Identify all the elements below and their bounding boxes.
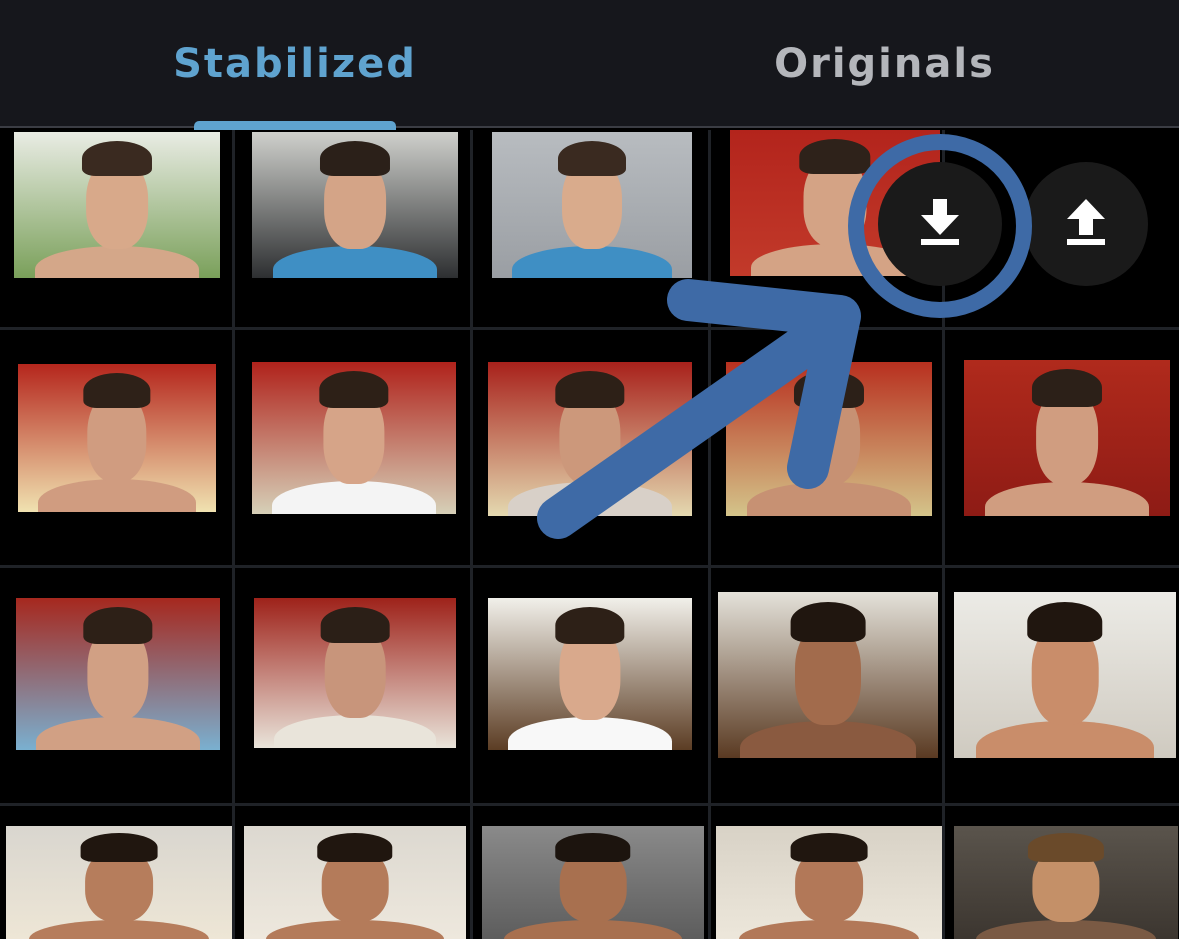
grid-divider: [232, 130, 235, 939]
photo-torso: [508, 482, 672, 516]
photo-torso: [984, 481, 1150, 516]
photo-hair: [83, 607, 153, 644]
grid-divider: [0, 327, 1179, 330]
photo-thumbnail: [18, 364, 216, 512]
photo-hair: [555, 833, 631, 862]
photo-thumbnail: [716, 826, 942, 939]
photo-torso: [266, 919, 444, 939]
grid-cell[interactable]: [472, 130, 708, 328]
photo-hair: [1031, 369, 1103, 407]
photo-torso: [272, 245, 438, 278]
grid-cell[interactable]: [472, 806, 708, 939]
photo-hair: [1027, 833, 1105, 862]
download-icon: [917, 197, 963, 251]
photo-hair: [319, 140, 391, 176]
photo-hair: [790, 833, 868, 862]
grid-cell[interactable]: [944, 806, 1179, 939]
grid-cell[interactable]: [0, 330, 232, 566]
tab-stabilized[interactable]: Stabilized: [0, 0, 590, 128]
grid-divider: [0, 803, 1179, 806]
photo-hair: [790, 601, 866, 642]
tab-originals[interactable]: Originals: [590, 0, 1179, 128]
grid-cell[interactable]: [234, 130, 470, 328]
grid-divider: [0, 565, 1179, 568]
photo-torso: [740, 721, 916, 758]
grid-cell[interactable]: [944, 568, 1179, 804]
photo-torso: [272, 480, 436, 514]
photo-thumbnail: [252, 362, 456, 514]
app-screen: Stabilized Originals: [0, 0, 1179, 939]
photo-torso: [976, 721, 1154, 758]
upload-icon: [1063, 197, 1109, 251]
grid-divider: [470, 130, 473, 939]
photo-thumbnail: [488, 362, 692, 516]
tab-bar: Stabilized Originals: [0, 0, 1179, 130]
photo-hair: [793, 371, 865, 409]
grid-cell[interactable]: [944, 330, 1179, 566]
photo-thumbnail: [252, 132, 458, 278]
photo-thumbnail: [964, 360, 1170, 516]
grid-cell[interactable]: [710, 568, 942, 804]
photo-hair: [555, 607, 625, 644]
photo-thumbnail: [954, 592, 1176, 758]
grid-cell[interactable]: [234, 568, 470, 804]
photo-torso: [274, 715, 436, 748]
photo-thumbnail: [954, 826, 1178, 939]
photo-hair: [83, 372, 151, 409]
photo-torso: [504, 919, 682, 939]
photo-hair: [317, 833, 393, 862]
photo-hair: [799, 138, 871, 174]
tab-originals-label: Originals: [774, 41, 995, 87]
photo-thumbnail: [244, 826, 466, 939]
photo-thumbnail: [14, 132, 220, 278]
grid-cell[interactable]: [234, 330, 470, 566]
photo-grid: [0, 130, 1179, 939]
photo-thumbnail: [16, 598, 220, 750]
upload-button[interactable]: [1024, 162, 1148, 286]
photo-torso: [34, 245, 200, 278]
photo-thumbnail: [254, 598, 456, 748]
photo-torso: [36, 716, 200, 750]
photo-thumbnail: [482, 826, 704, 939]
photo-hair: [320, 607, 390, 643]
photo-torso: [28, 919, 210, 939]
photo-thumbnail: [6, 826, 232, 939]
photo-hair: [319, 371, 389, 408]
photo-torso: [976, 919, 1156, 939]
grid-cell[interactable]: [0, 568, 232, 804]
grid-cell[interactable]: [710, 806, 942, 939]
grid-cell[interactable]: [234, 806, 470, 939]
photo-hair: [1027, 601, 1103, 642]
photo-torso: [738, 919, 920, 939]
photo-hair: [558, 140, 626, 176]
grid-cell[interactable]: [0, 130, 232, 328]
photo-torso: [746, 482, 912, 516]
active-tab-indicator: [194, 121, 396, 130]
grid-cell[interactable]: [0, 806, 232, 939]
photo-thumbnail: [492, 132, 692, 278]
photo-hair: [81, 140, 153, 176]
photo-torso: [512, 245, 672, 278]
tab-stabilized-label: Stabilized: [173, 41, 417, 87]
grid-divider: [708, 130, 711, 939]
grid-cell[interactable]: [472, 330, 708, 566]
photo-thumbnail: [726, 362, 932, 516]
photo-torso: [508, 716, 672, 750]
photo-torso: [37, 479, 197, 512]
photo-hair: [555, 371, 625, 409]
photo-thumbnail: [488, 598, 692, 750]
grid-cell[interactable]: [710, 330, 942, 566]
photo-thumbnail: [718, 592, 938, 758]
photo-hair: [80, 833, 158, 862]
grid-cell[interactable]: [472, 568, 708, 804]
download-button[interactable]: [878, 162, 1002, 286]
